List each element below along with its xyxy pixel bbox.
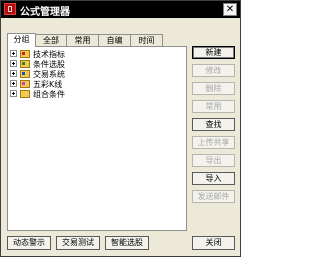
dynamic-alert-button[interactable]: 动态警示 <box>7 236 51 250</box>
folder-icon <box>20 70 30 78</box>
tree-item-trading-system[interactable]: 交易系统 <box>10 70 180 79</box>
tab-group[interactable]: 分组 <box>7 33 36 47</box>
close-button[interactable]: 关闭 <box>192 236 235 250</box>
new-button[interactable]: 新建 <box>192 46 235 59</box>
folder-icon <box>20 50 30 58</box>
upload-share-button[interactable]: 上传共享 <box>192 136 235 149</box>
close-icon[interactable]: ✕ <box>223 3 237 16</box>
expand-icon[interactable] <box>10 50 17 57</box>
expand-icon[interactable] <box>10 90 17 97</box>
formula-tree-panel: 技术指标 条件选股 交易系统 五彩K线 组合条件 <box>7 46 187 231</box>
send-email-button[interactable]: 发送邮件 <box>192 190 235 203</box>
formula-manager-window: 公式管理器 ✕ 分组 全部 常用 自编 时间 技术指标 条件选股 交易系统 五彩… <box>0 0 241 257</box>
find-button[interactable]: 查找 <box>192 118 235 131</box>
tree-item-condition-stock-select[interactable]: 条件选股 <box>10 60 180 69</box>
import-button[interactable]: 导入 <box>192 172 235 185</box>
app-icon <box>4 3 16 15</box>
delete-button[interactable]: 删除 <box>192 82 235 95</box>
folder-icon <box>20 80 30 88</box>
tab-custom[interactable]: 自编 <box>98 34 131 46</box>
export-button[interactable]: 导出 <box>192 154 235 167</box>
tree-item-colorful-k-line[interactable]: 五彩K线 <box>10 80 180 89</box>
window-title: 公式管理器 <box>20 7 70 18</box>
tab-time[interactable]: 时间 <box>130 34 163 46</box>
folder-icon <box>20 90 30 98</box>
folder-icon <box>20 60 30 68</box>
title-bar[interactable]: 公式管理器 ✕ <box>1 1 240 18</box>
expand-icon[interactable] <box>10 70 17 77</box>
expand-icon[interactable] <box>10 80 17 87</box>
tab-common[interactable]: 常用 <box>66 34 99 46</box>
tree-item-combined-conditions[interactable]: 组合条件 <box>10 90 180 99</box>
smart-select-button[interactable]: 智能选股 <box>105 236 149 250</box>
modify-button[interactable]: 修改 <box>192 64 235 77</box>
tree-item-technical-indicators[interactable]: 技术指标 <box>10 50 180 59</box>
tree-item-label: 组合条件 <box>33 90 65 99</box>
expand-icon[interactable] <box>10 60 17 67</box>
trade-test-button[interactable]: 交易测试 <box>56 236 100 250</box>
common-button[interactable]: 常用 <box>192 100 235 113</box>
tab-all[interactable]: 全部 <box>35 34 67 46</box>
